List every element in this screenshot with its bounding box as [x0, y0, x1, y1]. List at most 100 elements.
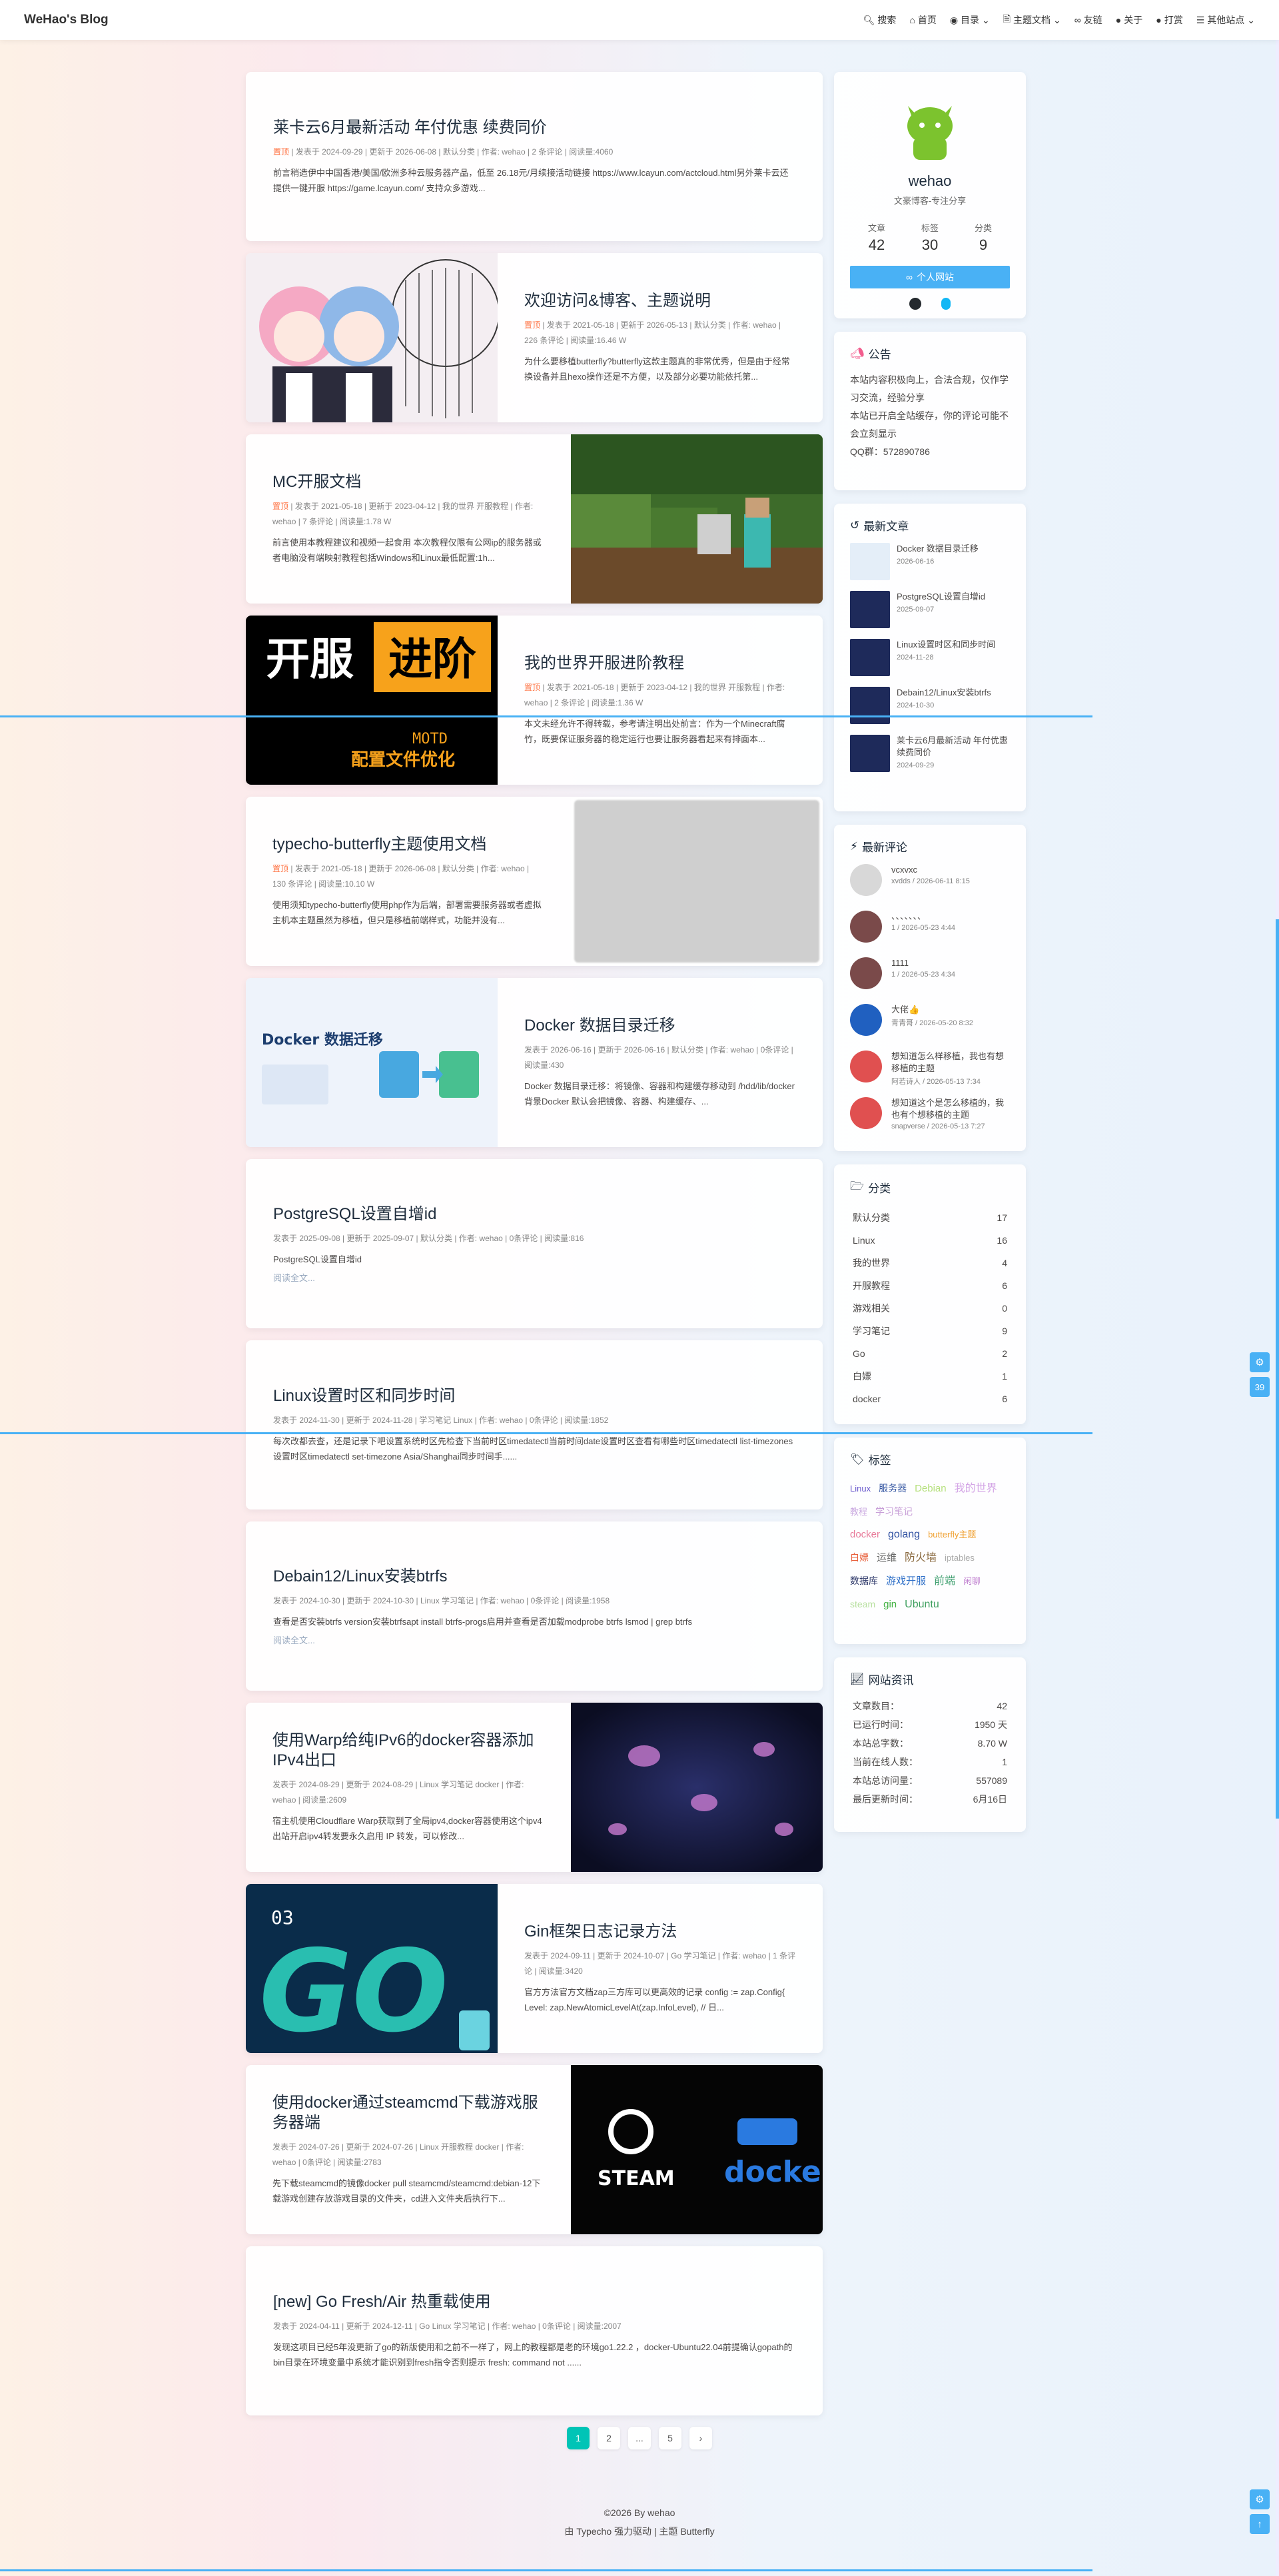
recent-post-item[interactable]: Linux设置时区和同步时间 2024-11-28 [850, 639, 1010, 687]
nav-home[interactable]: ⌂ 首页 [909, 12, 936, 28]
comment-item[interactable]: 大佬👍 青青哥 / 2026-05-20 8:32 [850, 1004, 1010, 1051]
nav-search[interactable]: 🔍︎ 搜索 [863, 12, 897, 28]
post-title[interactable]: 使用Warp给纯IPv6的docker容器添加IPv4出口 [272, 1731, 544, 1771]
post-card[interactable]: Debain12/Linux安装btrfs 发表于 2024-10-30 | 更… [246, 1521, 823, 1691]
tag-link[interactable]: Linux [850, 1484, 871, 1494]
nav-other-sites[interactable]: ☰ 其他站点 ⌄ [1196, 12, 1255, 28]
post-cover-image[interactable]: 03 GO [246, 1884, 498, 2053]
post-card[interactable]: 欢迎访问&博客、主题说明 置顶 | 发表于 2021-05-18 | 更新于 2… [246, 253, 823, 422]
tag-link[interactable]: 数据库 [850, 1575, 878, 1586]
tag-link[interactable]: gin [883, 1599, 897, 1610]
tag-link[interactable]: 前端 [934, 1575, 955, 1587]
post-card[interactable]: 使用docker通过steamcmd下载游戏服务器端 发表于 2024-07-2… [246, 2065, 823, 2234]
settings-button[interactable]: ⚙︎ [1250, 1352, 1270, 1372]
nav-catalog[interactable]: ◉ 目录 ⌄ [950, 12, 990, 28]
post-card[interactable]: Linux设置时区和同步时间 发表于 2024-11-30 | 更新于 2024… [246, 1340, 823, 1509]
post-card[interactable]: 03 GO Gin框架日志记录方法 发表于 2024-09-11 | 更新于 2… [246, 1884, 823, 2053]
tag-link[interactable]: 学习笔记 [875, 1506, 913, 1517]
post-title[interactable]: 莱卡云6月最新活动 年付优惠 续费同价 [273, 118, 796, 138]
post-cover-image[interactable] [246, 253, 498, 422]
scrollbar-thumb[interactable] [1276, 919, 1279, 1819]
post-cover-image[interactable]: STEAM docker [571, 2065, 823, 2234]
post-title[interactable]: 使用docker通过steamcmd下载游戏服务器端 [272, 2093, 544, 2133]
post-title[interactable]: 我的世界开服进阶教程 [524, 653, 796, 673]
tag-link[interactable]: butterfly主题 [928, 1529, 976, 1539]
post-title[interactable]: Docker 数据目录迁移 [524, 1016, 796, 1036]
stat-categories[interactable]: 分类 9 [975, 221, 992, 254]
post-card[interactable]: 开服 进阶 配置文件优化 MOTD 我的世界开服进阶教程 置顶 | 发表于 20… [246, 616, 823, 785]
tag-link[interactable]: 服务器 [879, 1483, 907, 1494]
tag-link[interactable]: docker [850, 1529, 880, 1540]
progress-badge[interactable]: 39 [1250, 1377, 1270, 1397]
tag-link[interactable]: 运维 [877, 1552, 897, 1563]
tag-link[interactable]: Debian [915, 1483, 947, 1494]
post-title[interactable]: Gin框架日志记录方法 [524, 1922, 796, 1942]
tag-link[interactable]: 游戏开服 [886, 1575, 926, 1587]
read-more-link[interactable]: 阅读全文... [273, 1271, 796, 1284]
post-card[interactable]: 使用Warp给纯IPv6的docker容器添加IPv4出口 发表于 2024-0… [246, 1703, 823, 1872]
personal-site-button[interactable]: ∞ 个人网站 [850, 266, 1010, 288]
page-button[interactable]: 1 [567, 2427, 590, 2449]
tag-link[interactable]: 防火墙 [905, 1552, 937, 1563]
nav-links[interactable]: ∞ 友链 [1074, 12, 1102, 28]
tag-link[interactable]: 教程 [850, 1507, 867, 1517]
post-title[interactable]: 欢迎访问&博客、主题说明 [524, 291, 796, 311]
post-title[interactable]: PostgreSQL设置自增id [273, 1204, 796, 1224]
post-title[interactable]: [new] Go Fresh/Air 热重载使用 [273, 2292, 796, 2312]
category-item[interactable]: 白嫖 1 [850, 1365, 1010, 1388]
post-card[interactable]: [new] Go Fresh/Air 热重载使用 发表于 2024-04-11 … [246, 2246, 823, 2415]
stat-tags[interactable]: 标签 30 [921, 221, 939, 254]
settings-button[interactable]: ⚙︎ [1250, 2489, 1270, 2509]
nav-docs[interactable]: 🗎 主题文档 ⌄ [1003, 12, 1061, 28]
back-to-top-button[interactable]: ↑ [1250, 2514, 1270, 2534]
nav-about[interactable]: ● 关于 [1116, 12, 1142, 28]
tag-link[interactable]: 白嫖 [850, 1552, 869, 1563]
post-title[interactable]: Linux设置时区和同步时间 [273, 1386, 796, 1406]
post-card[interactable]: PostgreSQL设置自增id 发表于 2025-09-08 | 更新于 20… [246, 1159, 823, 1328]
site-brand[interactable]: WeHao's Blog [24, 13, 109, 27]
qq-icon[interactable] [941, 298, 951, 310]
category-item[interactable]: 学习笔记 9 [850, 1320, 1010, 1342]
post-title[interactable]: Debain12/Linux安装btrfs [273, 1567, 796, 1587]
recent-post-item[interactable]: 莱卡云6月最新活动 年付优惠 续费同价 2024-09-29 [850, 735, 1010, 783]
tag-link[interactable]: 我的世界 [955, 1483, 997, 1494]
post-cover-image[interactable] [571, 1703, 823, 1872]
tag-link[interactable]: steam [850, 1599, 875, 1609]
post-card[interactable]: Docker 数据迁移 Docker 数据目录迁移 发表于 2026-06-16… [246, 978, 823, 1147]
comment-item[interactable]: 、、、、、、、 1 / 2026-05-23 4:44 [850, 911, 1010, 957]
post-cover-image[interactable] [571, 797, 823, 966]
post-cover-image[interactable]: Docker 数据迁移 [246, 978, 498, 1147]
recent-post-item[interactable]: Debain12/Linux安装btrfs 2024-10-30 [850, 687, 1010, 735]
post-title[interactable]: typecho-butterfly主题使用文档 [272, 835, 544, 855]
category-item[interactable]: Linux 16 [850, 1229, 1010, 1252]
category-item[interactable]: 默认分类 17 [850, 1206, 1010, 1229]
page-button[interactable]: 2 [598, 2427, 620, 2449]
next-page-button[interactable]: › [689, 2427, 712, 2449]
stat-articles[interactable]: 文章 42 [868, 221, 885, 254]
recent-post-item[interactable]: Docker 数据目录迁移 2026-06-16 [850, 543, 1010, 591]
nav-donate[interactable]: ● 打赏 [1156, 12, 1182, 28]
recent-post-item[interactable]: PostgreSQL设置自增id 2025-09-07 [850, 591, 1010, 639]
post-card[interactable]: typecho-butterfly主题使用文档 置顶 | 发表于 2021-05… [246, 797, 823, 966]
comment-item[interactable]: 想知道怎么样移植，我也有想移植的主题 阿若诗人 / 2026-05-13 7:34 [850, 1051, 1010, 1097]
tag-link[interactable]: iptables [945, 1553, 975, 1563]
post-cover-image[interactable]: 开服 进阶 配置文件优化 MOTD [246, 616, 498, 785]
category-item[interactable]: Go 2 [850, 1342, 1010, 1365]
post-card[interactable]: 莱卡云6月最新活动 年付优惠 续费同价 置顶 | 发表于 2024-09-29 … [246, 72, 823, 241]
github-icon[interactable] [909, 298, 921, 310]
category-item[interactable]: 开服教程 6 [850, 1274, 1010, 1297]
tag-link[interactable]: 闲聊 [963, 1576, 981, 1586]
category-item[interactable]: 我的世界 4 [850, 1252, 1010, 1274]
tag-link[interactable]: Ubuntu [905, 1599, 939, 1610]
post-card[interactable]: MC开服文档 置顶 | 发表于 2021-05-18 | 更新于 2023-04… [246, 434, 823, 604]
category-item[interactable]: docker 6 [850, 1388, 1010, 1410]
comment-item[interactable]: vcxvxc xvdds / 2026-06-11 8:15 [850, 864, 1010, 911]
comment-item[interactable]: 想知道这个是怎么移植的，我也有个想移植的主题 snapverse / 2026-0… [850, 1097, 1010, 1144]
post-title[interactable]: MC开服文档 [272, 472, 544, 492]
category-item[interactable]: 游戏相关 0 [850, 1297, 1010, 1320]
read-more-link[interactable]: 阅读全文... [273, 1633, 796, 1646]
comment-item[interactable]: 1111 1 / 2026-05-23 4:34 [850, 957, 1010, 1004]
post-cover-image[interactable] [571, 434, 823, 604]
page-button[interactable]: 5 [659, 2427, 681, 2449]
tag-link[interactable]: golang [888, 1529, 920, 1540]
